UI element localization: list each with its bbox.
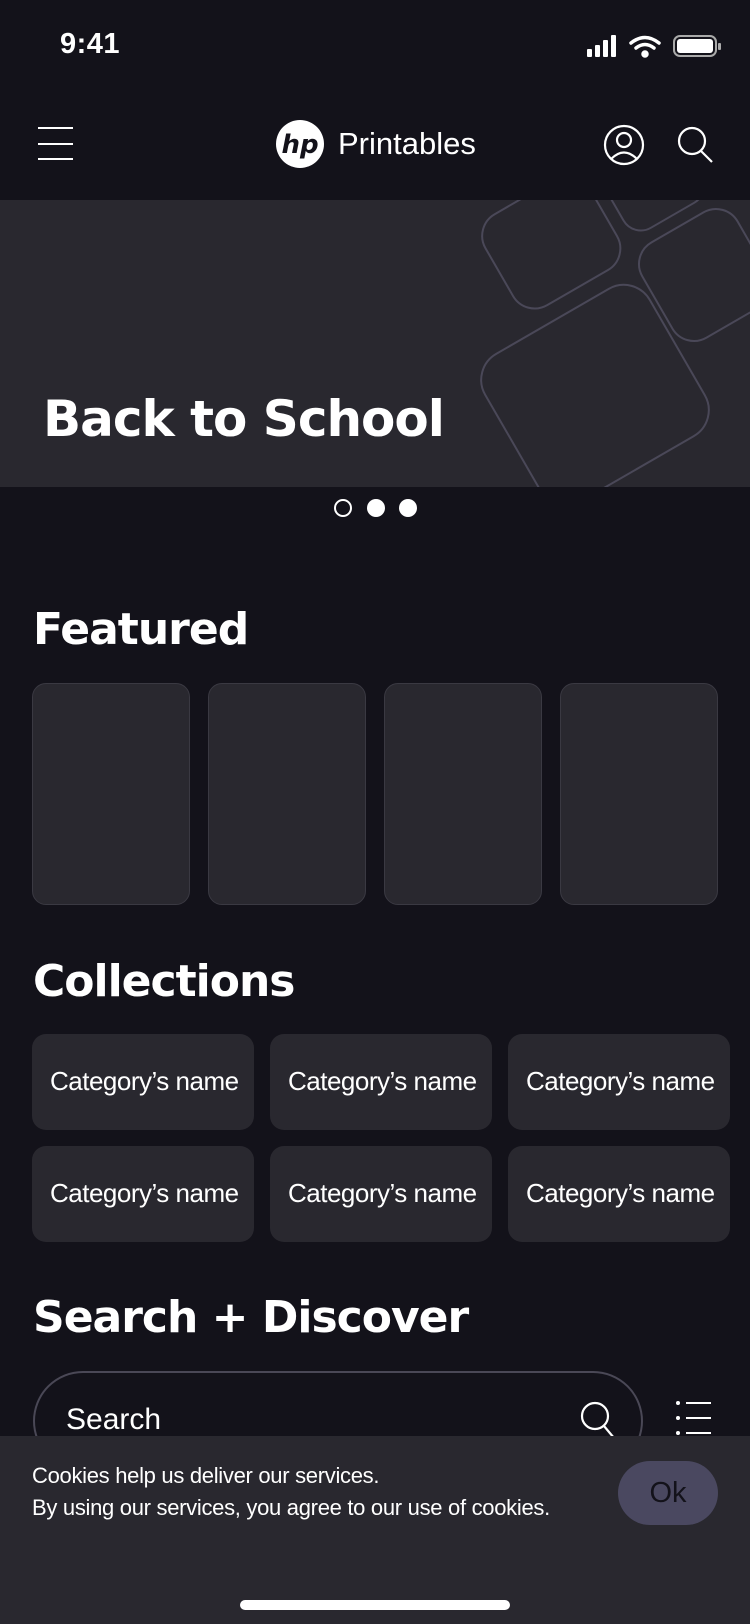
cookie-line-1: Cookies help us deliver our services.: [32, 1463, 380, 1488]
featured-card[interactable]: [32, 683, 190, 905]
brand[interactable]: hp Printables: [276, 120, 476, 168]
brand-name: Printables: [338, 126, 476, 161]
filter-list-icon[interactable]: [676, 1400, 712, 1436]
status-icons: [587, 35, 721, 58]
user-icon[interactable]: [603, 124, 645, 166]
search-icon[interactable]: [580, 1401, 616, 1441]
collections-title: Collections: [33, 956, 295, 1007]
collection-item[interactable]: Category’s name: [508, 1146, 730, 1242]
hp-logo: hp: [276, 120, 324, 168]
search-placeholder: Search: [66, 1403, 162, 1436]
svg-text:hp: hp: [281, 130, 318, 160]
featured-title: Featured: [33, 604, 249, 655]
cookie-line-2: By using our services, you agree to our …: [32, 1495, 550, 1520]
featured-card[interactable]: [384, 683, 542, 905]
signal-icon: [587, 35, 616, 57]
wifi-icon: [629, 35, 661, 58]
carousel-dot[interactable]: [367, 499, 385, 517]
collection-item[interactable]: Category’s name: [32, 1146, 254, 1242]
featured-card[interactable]: [560, 683, 718, 905]
hero-title: Back to School: [43, 390, 445, 448]
home-indicator[interactable]: [240, 1600, 510, 1610]
cookie-banner: Cookies help us deliver our services. By…: [0, 1436, 750, 1624]
featured-card[interactable]: [208, 683, 366, 905]
carousel-dot-active[interactable]: [334, 499, 352, 517]
collection-item[interactable]: Category’s name: [32, 1034, 254, 1130]
collection-item[interactable]: Category’s name: [508, 1034, 730, 1130]
search-icon[interactable]: [677, 126, 715, 164]
status-time: 9:41: [60, 28, 121, 60]
menu-icon[interactable]: [38, 126, 74, 162]
collection-item[interactable]: Category’s name: [270, 1034, 492, 1130]
cookie-message: Cookies help us deliver our services. By…: [32, 1460, 550, 1524]
cookie-ok-button[interactable]: Ok: [618, 1461, 718, 1525]
battery-icon: [673, 35, 721, 57]
search-discover-title: Search + Discover: [33, 1292, 469, 1343]
collection-item[interactable]: Category’s name: [270, 1146, 492, 1242]
carousel-dot[interactable]: [399, 499, 417, 517]
hero-banner[interactable]: Back to School: [0, 200, 750, 487]
hero-decoration: [480, 200, 750, 487]
